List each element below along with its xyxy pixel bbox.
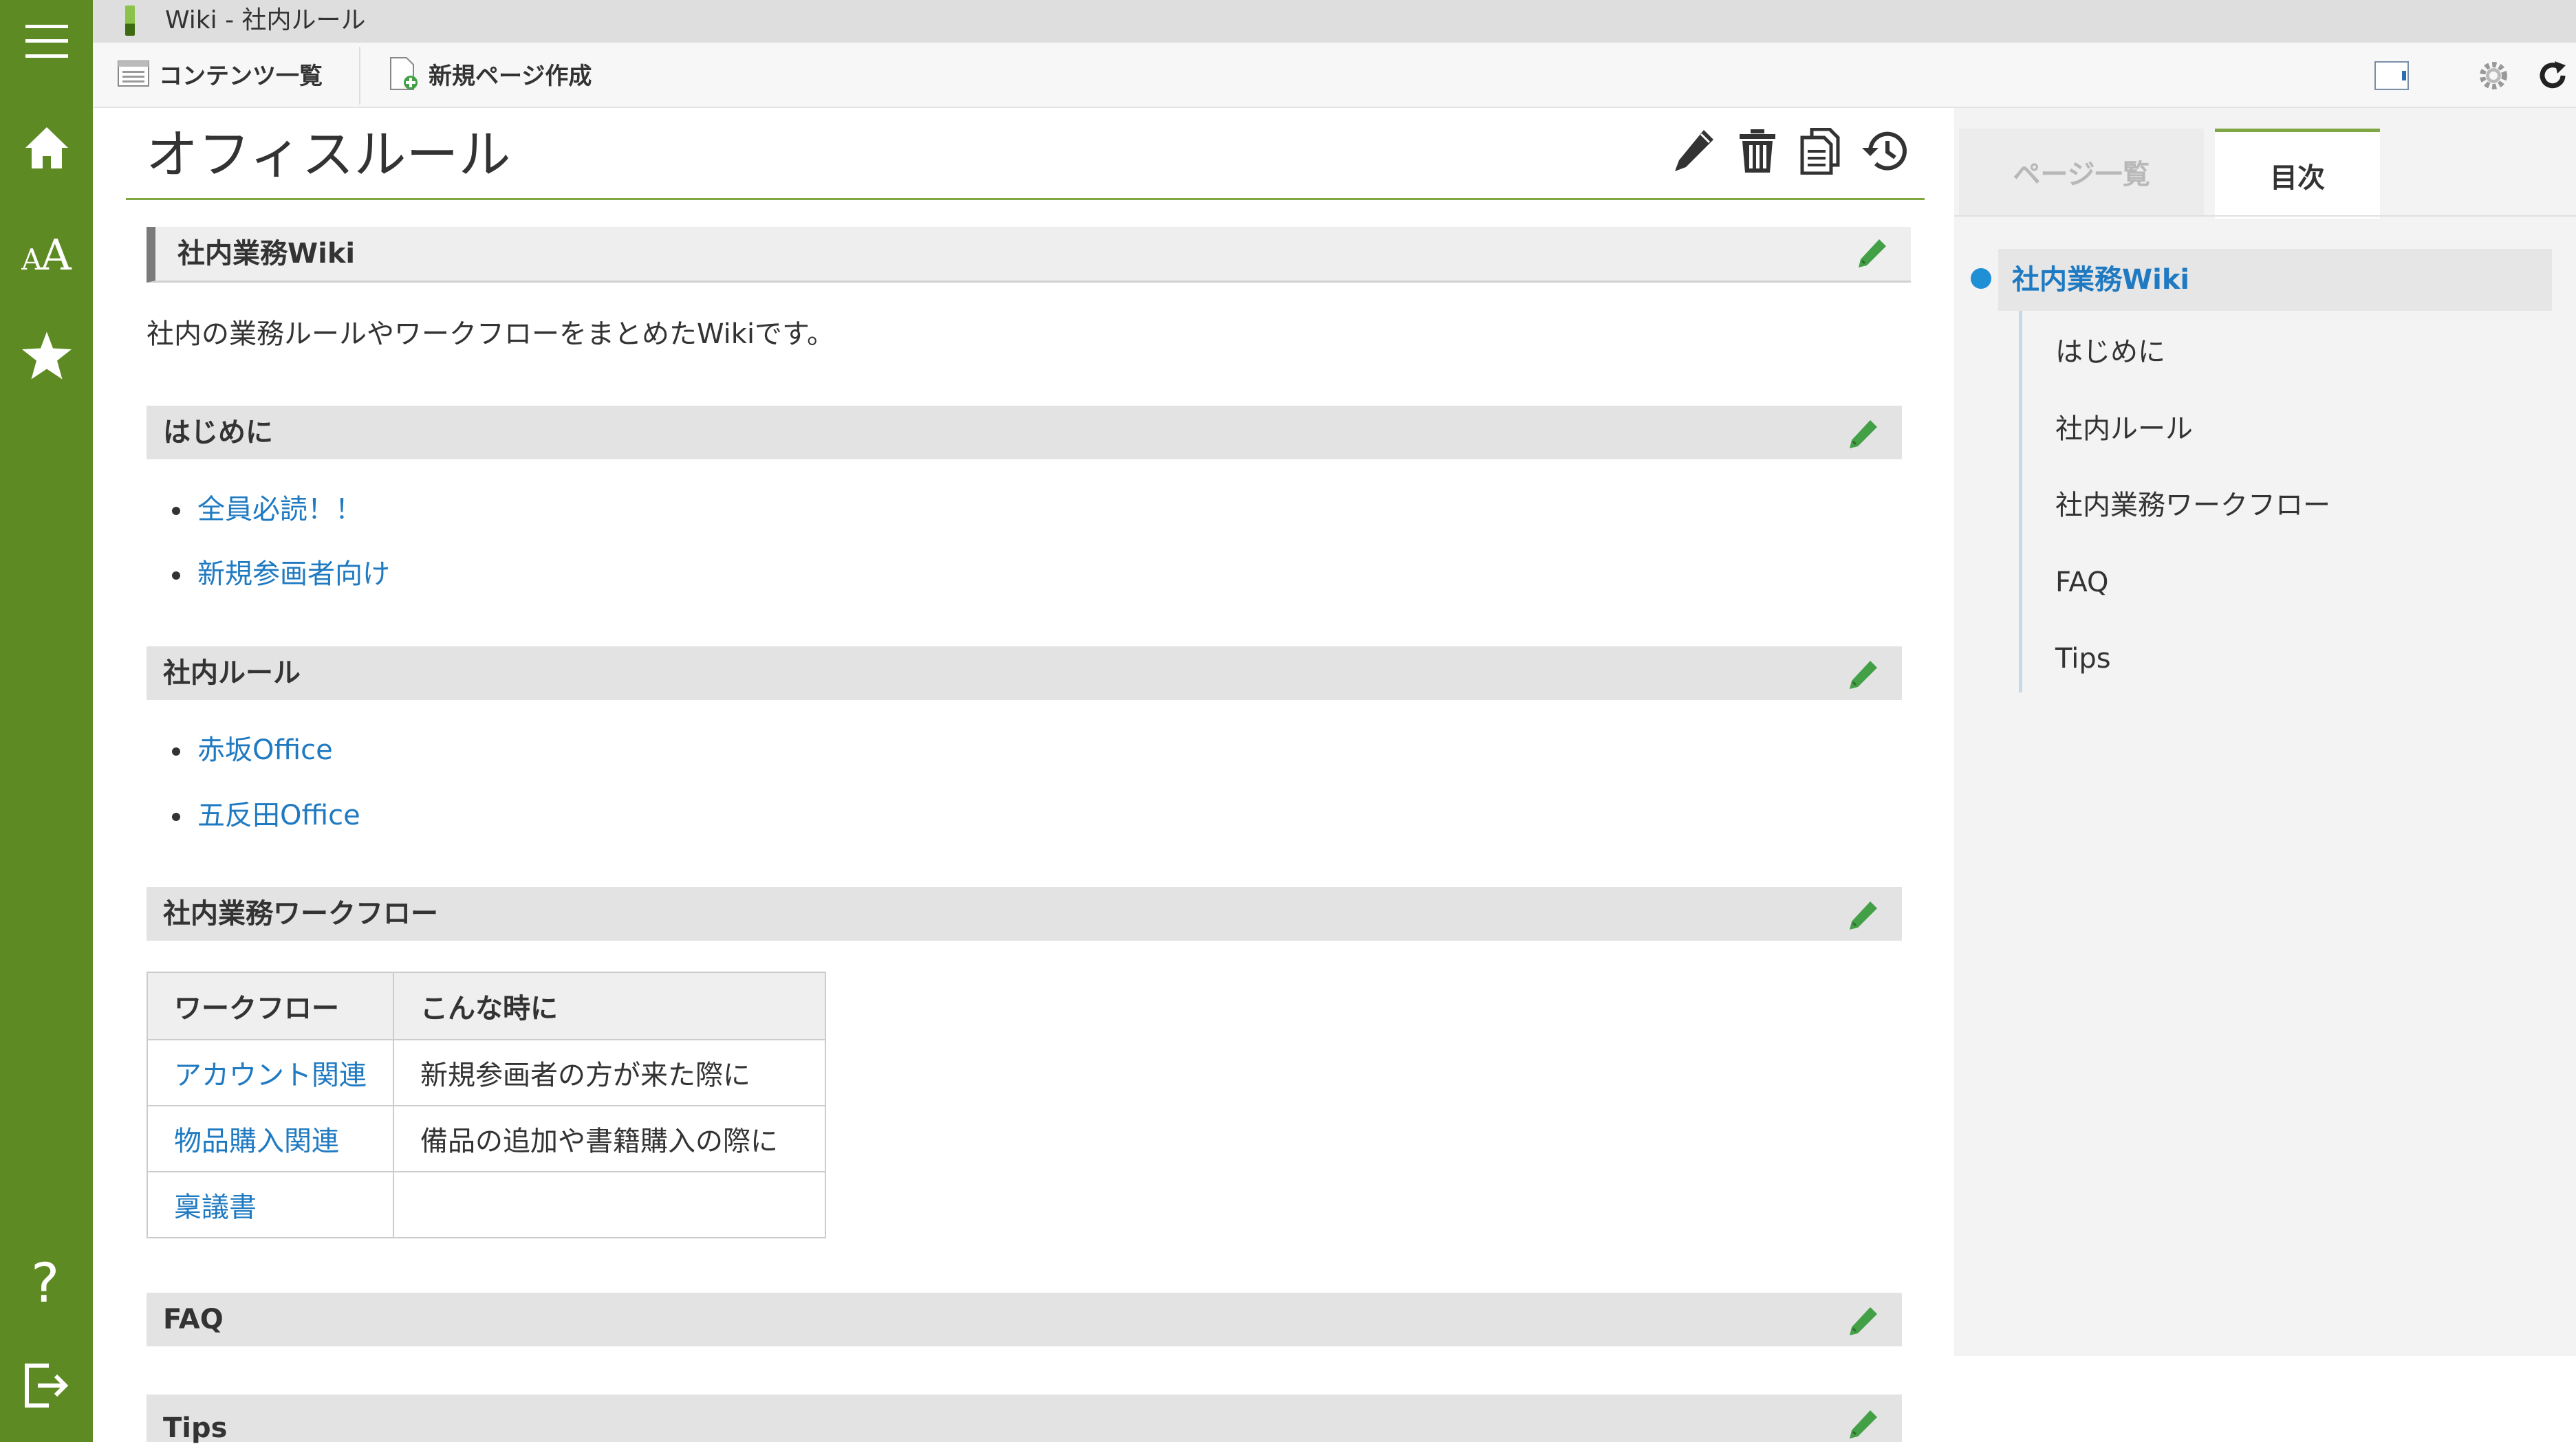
toc-item[interactable]: 社内業務ワークフロー [2055, 486, 2330, 525]
font-size-icon[interactable]: AA [0, 215, 93, 290]
table-cell: 稟議書 [147, 1171, 394, 1238]
wiki-description: 社内の業務ルールやワークフローをまとめたWikiです。 [147, 318, 835, 350]
toc-item[interactable]: 社内ルール [2055, 410, 2193, 448]
table-cell [393, 1171, 826, 1238]
link-akasaka-office[interactable]: 赤坂Office [197, 731, 333, 769]
toc-item-current[interactable]: 社内業務Wiki [1998, 249, 2552, 311]
section-title: 社内業務ワークフロー [163, 898, 438, 930]
copy-icon[interactable] [1793, 124, 1848, 179]
contents-list-label: コンテンツ一覧 [159, 62, 323, 90]
edit-pencil-icon[interactable] [1847, 1304, 1880, 1337]
section-header-workflow: 社内業務ワークフロー [147, 887, 1902, 941]
app-logo-icon [125, 6, 135, 36]
table-row: 物品購入関連 備品の追加や書籍購入の際に [147, 1105, 826, 1172]
window-title-bar: Wiki - 社内ルール [93, 0, 2576, 43]
link-newcomers[interactable]: 新規参画者向け [197, 555, 390, 593]
new-page-icon [390, 57, 418, 90]
edit-pencil-icon[interactable] [1847, 1408, 1880, 1441]
menu-icon[interactable] [0, 3, 93, 79]
edit-pencil-icon[interactable] [1856, 237, 1889, 270]
refresh-icon[interactable] [2532, 55, 2573, 96]
link-ringi[interactable]: 稟議書 [174, 1192, 257, 1223]
section-title: 社内ルール [163, 657, 301, 689]
section-header-wiki: 社内業務Wiki [147, 227, 1911, 283]
star-icon[interactable] [0, 318, 93, 393]
new-page-button[interactable]: 新規ページ作成 [389, 50, 592, 98]
toc-item[interactable]: FAQ [2055, 563, 2108, 602]
logout-icon[interactable] [0, 1348, 93, 1423]
trash-icon[interactable] [1730, 124, 1785, 179]
toolbar: コンテンツ一覧 新規ページ作成 [93, 43, 2576, 108]
tab-divider [1954, 215, 2576, 217]
edit-pencil-icon[interactable] [1847, 899, 1880, 932]
section-title: Tips [163, 1412, 228, 1444]
section-title: FAQ [163, 1304, 224, 1335]
panel-toggle-icon[interactable] [2371, 55, 2412, 96]
help-icon[interactable]: ? [0, 1243, 93, 1319]
page-title: オフィスルール [146, 124, 511, 185]
edit-pencil-icon[interactable] [1847, 658, 1880, 691]
table-header-row: ワークフロー こんな時に [147, 972, 826, 1040]
window-title: Wiki - 社内ルール [165, 6, 366, 34]
table-cell: アカウント関連 [147, 1039, 394, 1106]
link-purchase[interactable]: 物品購入関連 [174, 1126, 339, 1157]
column-header: こんな時に [393, 972, 826, 1040]
edit-pencil-icon[interactable] [1847, 417, 1880, 450]
svg-text:A: A [21, 243, 43, 273]
table-row: アカウント関連 新規参画者の方が来た際に [147, 1039, 826, 1106]
title-underline [126, 198, 1925, 200]
workflow-table: ワークフロー こんな時に アカウント関連 新規参画者の方が来た際に 物品購入関連… [147, 972, 826, 1238]
tab-toc[interactable]: 目次 [2215, 129, 2380, 219]
toc-item[interactable]: はじめに [2055, 333, 2165, 371]
svg-text:?: ? [31, 1256, 59, 1306]
table-row: 稟議書 [147, 1171, 826, 1238]
table-cell: 新規参画者の方が来た際に [393, 1039, 826, 1106]
gear-icon[interactable] [2473, 55, 2514, 96]
section-title: 社内業務Wiki [177, 238, 356, 270]
pencil-icon[interactable] [1666, 124, 1721, 179]
section-header-faq: FAQ [147, 1293, 1902, 1346]
table-cell: 物品購入関連 [147, 1105, 394, 1172]
toolbar-divider [359, 47, 360, 105]
link-gotanda-office[interactable]: 五反田Office [197, 796, 360, 835]
toc-item[interactable]: Tips [2055, 639, 2111, 678]
toc-current-marker [1971, 268, 1991, 289]
new-page-label: 新規ページ作成 [429, 62, 592, 90]
section-title: はじめに [163, 417, 273, 448]
list-icon [118, 61, 149, 87]
history-icon[interactable] [1857, 124, 1912, 179]
link-must-read[interactable]: 全員必読！！ [197, 490, 362, 529]
tab-page-list[interactable]: ページ一覧 [1959, 129, 2204, 215]
section-header-rules: 社内ルール [147, 646, 1902, 700]
column-header: ワークフロー [147, 972, 394, 1040]
svg-text:A: A [40, 232, 72, 273]
toc-tree-line [2019, 311, 2022, 692]
section-header-intro: はじめに [147, 406, 1902, 459]
section-header-tips: Tips [147, 1394, 1902, 1444]
home-icon[interactable] [0, 110, 93, 186]
link-account[interactable]: アカウント関連 [174, 1060, 367, 1091]
contents-list-button[interactable]: コンテンツ一覧 [118, 50, 323, 98]
left-sidebar: AA ? [0, 0, 93, 1442]
table-cell: 備品の追加や書籍購入の際に [393, 1105, 826, 1172]
